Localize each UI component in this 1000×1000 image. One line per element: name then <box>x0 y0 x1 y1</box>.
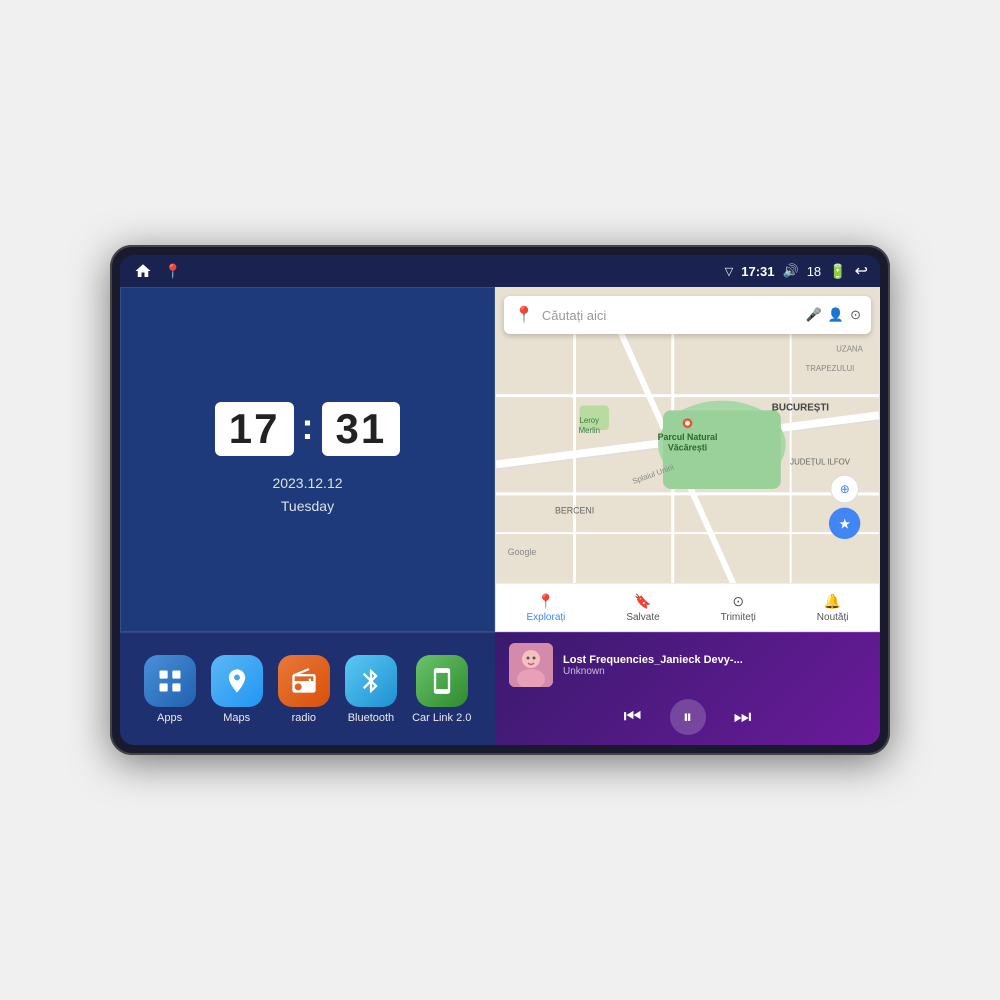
prev-button[interactable]: ⏮ <box>624 706 642 729</box>
svg-text:★: ★ <box>839 518 850 531</box>
radio-label: radio <box>292 712 316 724</box>
noutati-icon: 🔔 <box>824 593 841 610</box>
map-nav-noutati[interactable]: 🔔 Noutăți <box>817 593 849 623</box>
clock-hour: 17 <box>215 402 294 456</box>
music-artist: Unknown <box>563 666 866 677</box>
svg-text:BERCENI: BERCENI <box>555 506 594 516</box>
clock-widget: 17 : 31 2023.12.12 Tuesday <box>120 287 495 632</box>
svg-text:Leroy: Leroy <box>579 416 599 425</box>
app-icon-maps[interactable]: Maps <box>211 655 263 724</box>
explorati-icon: 📍 <box>537 593 554 610</box>
screen: 📍 ▽ 17:31 🔊 18 🔋 ↩ 17 : 31 202 <box>120 255 880 745</box>
status-right: ▽ 17:31 🔊 18 🔋 ↩ <box>725 261 868 281</box>
svg-text:Văcărești: Văcărești <box>668 443 707 453</box>
next-button[interactable]: ⏭ <box>734 706 752 729</box>
app-icon-apps[interactable]: Apps <box>144 655 196 724</box>
maps-icon <box>211 655 263 707</box>
map-nav-trimiteti[interactable]: ⊙ Trimiteți <box>721 593 756 623</box>
svg-text:JUDEȚUL ILFOV: JUDEȚUL ILFOV <box>790 457 851 466</box>
map-nav-salvate[interactable]: 🔖 Salvate <box>626 593 659 623</box>
status-left: 📍 <box>132 260 181 282</box>
clock-minute: 31 <box>322 402 401 456</box>
home-button[interactable] <box>132 260 154 282</box>
svg-text:BUCUREȘTI: BUCUREȘTI <box>772 402 830 413</box>
back-button[interactable]: ↩ <box>855 261 868 281</box>
apps-icon <box>144 655 196 707</box>
explorati-label: Explorați <box>526 612 565 623</box>
app-icon-carlink[interactable]: Car Link 2.0 <box>412 655 471 724</box>
svg-text:UZANA: UZANA <box>836 344 863 353</box>
radio-icon-bg <box>278 655 330 707</box>
layers-icon[interactable]: ⊙ <box>850 307 861 323</box>
noutati-label: Noutăți <box>817 612 849 623</box>
map-widget[interactable]: 📍 Căutați aici 🎤 👤 ⊙ <box>495 287 880 632</box>
clock-date: 2023.12.12 Tuesday <box>272 472 342 517</box>
play-pause-button[interactable]: ⏸ <box>670 699 706 735</box>
music-player: Lost Frequencies_Janieck Devy-... Unknow… <box>495 632 880 745</box>
map-search-icons: 🎤 👤 ⊙ <box>806 307 861 323</box>
maps-shortcut-icon[interactable]: 📍 <box>164 263 181 280</box>
account-icon[interactable]: 👤 <box>828 307 844 323</box>
app-icon-bluetooth[interactable]: Bluetooth <box>345 655 397 724</box>
svg-text:Google: Google <box>508 547 537 557</box>
map-search-text[interactable]: Căutați aici <box>542 308 798 323</box>
trimiteti-icon: ⊙ <box>732 593 744 610</box>
carlink-icon-bg <box>416 655 468 707</box>
album-art <box>509 643 553 687</box>
bluetooth-label: Bluetooth <box>348 712 394 724</box>
svg-text:⊕: ⊕ <box>840 483 850 496</box>
app-icon-radio[interactable]: radio <box>278 655 330 724</box>
status-bar: 📍 ▽ 17:31 🔊 18 🔋 ↩ <box>120 255 880 287</box>
time-display: 17:31 <box>741 264 774 279</box>
trimiteti-label: Trimiteți <box>721 612 756 623</box>
mic-icon[interactable]: 🎤 <box>806 307 822 323</box>
salvate-label: Salvate <box>626 612 659 623</box>
clock-display: 17 : 31 <box>215 402 400 456</box>
car-head-unit: 📍 ▽ 17:31 🔊 18 🔋 ↩ 17 : 31 202 <box>110 245 890 755</box>
main-content: 17 : 31 2023.12.12 Tuesday 📍 Căutați aic… <box>120 287 880 745</box>
music-text: Lost Frequencies_Janieck Devy-... Unknow… <box>563 654 866 677</box>
carlink-label: Car Link 2.0 <box>412 712 471 724</box>
map-nav-explorati[interactable]: 📍 Explorați <box>526 593 565 623</box>
map-search-bar[interactable]: 📍 Căutați aici 🎤 👤 ⊙ <box>504 296 871 334</box>
apps-label: Apps <box>157 712 182 724</box>
svg-text:Parcul Natural: Parcul Natural <box>658 432 718 442</box>
map-bottom-nav: 📍 Explorați 🔖 Salvate ⊙ Trimiteți 🔔 Nout… <box>496 583 879 631</box>
music-title: Lost Frequencies_Janieck Devy-... <box>563 654 866 666</box>
clock-colon: : <box>302 406 314 448</box>
battery-level: 18 <box>807 264 821 279</box>
svg-text:Merlin: Merlin <box>579 426 600 435</box>
music-info: Lost Frequencies_Janieck Devy-... Unknow… <box>509 643 866 687</box>
apps-row: Apps Maps radio <box>120 632 495 745</box>
signal-icon: ▽ <box>725 265 733 278</box>
bluetooth-icon-bg <box>345 655 397 707</box>
maps-label: Maps <box>223 712 250 724</box>
battery-icon: 🔋 <box>829 263 846 280</box>
volume-icon: 🔊 <box>783 263 799 279</box>
salvate-icon: 🔖 <box>634 593 651 610</box>
music-controls: ⏮ ⏸ ⏭ <box>509 699 866 735</box>
map-pin-icon: 📍 <box>514 305 534 325</box>
svg-text:TRAPEZULUI: TRAPEZULUI <box>805 364 854 373</box>
